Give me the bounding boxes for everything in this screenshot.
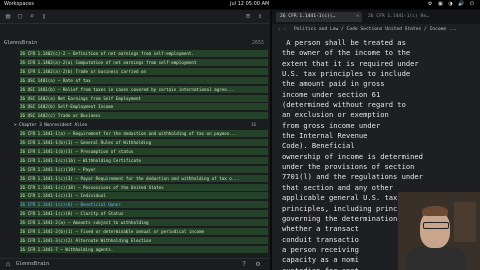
settings-icon[interactable]: ⚙ (254, 260, 262, 268)
file-row-label: 26 USC 1401(b) — Relief from taxes in ca… (20, 86, 235, 92)
file-row-label: 26 CFR 1.1441-1(c)(6) — Beneficial Owner (20, 202, 121, 208)
note-line: ownership of income is determined (282, 151, 423, 161)
file-row[interactable]: 26 CFR 1.1441-1(c)(6) — Beneficial Owner (20, 201, 268, 209)
file-row-label: 26 CFR 1.1441-1(b)(1) — General Rules of… (20, 140, 152, 145)
file-explorer-pane: ▤ ▢ ⌕ ▯ ≡ ⇕ GlennsBrain 2655 26 CFR 1.14… (0, 10, 270, 270)
vault-switch-icon[interactable]: ⌂ (4, 260, 12, 268)
file-row[interactable]: 26 CFR 1.1441-1(b)(1) — General Rules of… (20, 139, 268, 146)
file-row-label: > Chapter 3 Nonresident Alien (14, 122, 88, 128)
vault-count: 2655 (251, 40, 264, 46)
file-row-label: 26 CFR 1.1441-1(c)(16) — Withholding Cer… (20, 157, 142, 163)
sidebar-toggle-icon[interactable]: ▤ (4, 12, 12, 20)
file-row-label: 26 CFR 1.1441-1(c)(19) — Payor (20, 166, 96, 172)
note-line: U.S. tax principles to include (282, 69, 411, 79)
file-row[interactable]: 26 CFR 1.1441-1(c)(38) — Possessions of … (20, 183, 268, 191)
workspaces-button[interactable]: Workspaces (4, 0, 34, 9)
file-row[interactable]: 26 CFR 1.1441-1(c)(3) — Payor Requiremen… (20, 174, 268, 182)
file-row[interactable]: 26 CFR 1.1441-1(c)(8) — Clarity of Statu… (20, 210, 268, 218)
vault-header[interactable]: GlennsBrain 2655 (0, 38, 270, 48)
file-row[interactable]: 26 CFR 1.1441-1(c)(16) — Withholding Cer… (20, 156, 268, 164)
file-row[interactable]: 26 USC 1401(b) — Relief from taxes in ca… (20, 85, 268, 93)
sort-icon[interactable]: ≡ (244, 12, 252, 20)
file-row-label: 26 USC 1402(c) Trade or Business (20, 113, 101, 119)
tab-second-note[interactable]: 26 CFR 1.1441-1(c) Re… (368, 12, 438, 22)
file-row-label: 26 CFR 1.1402(a)-2(b) Trade or business … (20, 68, 147, 74)
system-top-bar: Workspaces Jul 12 05:00 AM ⚙ ▣ ◑ 🔊 ⏻ (0, 0, 480, 9)
folder-count-badge: 16 (250, 122, 256, 128)
file-row[interactable]: 26 CFR 1.1441-2(a) — Amounts subject to … (20, 219, 268, 227)
file-row-label: 26 USC 1401(a) — Rate of tax (20, 77, 91, 83)
file-row-label: 26 CFR 1.1441-1(c)(3) — Individual (20, 193, 106, 199)
file-row[interactable]: 26 CFR 1.1441-1(a) — Requirement for the… (20, 130, 268, 138)
file-tree: 26 CFR 1.1402(c)-2 — Definition of net e… (0, 50, 268, 270)
file-row[interactable]: 26 CFR 1.1441-2(b)(1) — Fixed or determi… (20, 228, 268, 235)
note-line: (determined without regard to (282, 100, 406, 110)
file-row[interactable]: 26 USC 1402(a) Net Earnings from Self Em… (20, 94, 268, 102)
note-line: an exclusion or exemption (282, 110, 389, 120)
file-row-label: 26 USC 1402(b) Self-Employment Income (20, 104, 114, 110)
file-row-label: 26 CFR 1.1441-7 — Withholding agents. (20, 246, 114, 252)
file-row-label: 26 CFR 1.1402(a)-2(a) Computation of net… (20, 59, 197, 65)
explorer-toolbar: ▤ ▢ ⌕ ▯ ≡ ⇕ (0, 10, 270, 24)
file-row-label: 26 CFR 1.1441-1(b)(3) — Presumption of s… (20, 148, 134, 154)
note-line: under the provisions of section (282, 162, 415, 172)
file-row[interactable]: 26 CFR 1.1441-3(c)(2) Alternate Withhold… (20, 236, 268, 244)
note-line: extent that it is required under (282, 58, 419, 68)
search-icon[interactable]: ⌕ (28, 12, 36, 20)
clock[interactable]: Jul 12 05:00 AM (230, 0, 269, 9)
file-row[interactable]: 26 CFR 1.1441-1(c)(3) — Individual (20, 192, 268, 200)
file-row[interactable]: 26 USC 1401(a) — Rate of tax (20, 76, 268, 84)
note-line: income under section 61 (282, 89, 381, 99)
note-line: the owner of the income to the (282, 48, 411, 58)
collapse-icon[interactable]: ⇕ (256, 12, 264, 20)
note-line: A person shall be treated as (282, 38, 406, 47)
file-row-label: 26 CFR 1.1441-1(c)(8) — Clarity of Statu… (20, 211, 124, 217)
breadcrumb: ‹ › Politics and Law / Code Sections Uni… (272, 25, 480, 35)
file-row-label: 26 CFR 1.1441-1(c)(38) — Possessions of … (20, 184, 164, 190)
bookmark-icon[interactable]: ▯ (40, 12, 48, 20)
nav-arrows-icon[interactable]: ‹ › (278, 25, 286, 35)
tab-title: 26 CFR 1.1441-1(c)(… (280, 14, 336, 19)
file-row[interactable]: 26 CFR 1.1402(a)-2(b) Trade or business … (20, 67, 268, 75)
explorer-statusbar: ⌂ GlennsBrain ? ⚙ (0, 258, 270, 270)
note-line: Code). Beneficial (282, 141, 355, 151)
file-row[interactable]: 26 USC 1402(c) Trade or Business (20, 112, 268, 120)
file-row-label: 26 CFR 1.1441-2(a) — Amounts subject to … (20, 220, 149, 226)
webcam-overlay (398, 192, 480, 270)
note-line: from gross income under (282, 120, 381, 130)
note-line: the amount paid in gross (282, 79, 385, 89)
breadcrumb-path[interactable]: Politics and Law / Code Sections United … (294, 25, 457, 35)
file-row[interactable]: 26 USC 1402(b) Self-Employment Income (20, 103, 268, 111)
note-line: 7701(l) and the regulations under (282, 172, 423, 182)
folder-row[interactable]: > Chapter 3 Nonresident Alien 16 (14, 121, 262, 128)
vault-name: GlennsBrain (4, 40, 38, 46)
close-icon[interactable]: × (356, 12, 359, 22)
file-row[interactable]: 26 CFR 1.1441-1(c)(19) — Payor (20, 165, 268, 173)
system-tray[interactable]: ⚙ ▣ ◑ 🔊 ⏻ (428, 0, 476, 9)
file-row-label: 26 CFR 1.1441-1(a) — Requirement for the… (20, 131, 237, 137)
file-row-label: 26 CFR 1.1441-3(c)(2) Alternate Withhold… (20, 237, 152, 243)
file-row-label: 26 CFR 1.1441-2(b)(1) — Fixed or determi… (20, 229, 205, 234)
help-icon[interactable]: ? (240, 260, 248, 268)
file-row[interactable]: 26 CFR 1.1441-1(b)(3) — Presumption of s… (20, 147, 268, 155)
tab-bar: 26 CFR 1.1441-1(c)(… × 26 CFR 1.1441-1(c… (272, 10, 480, 24)
file-row[interactable]: 26 CFR 1.1441-7 — Withholding agents. (20, 245, 268, 253)
tab-active-note[interactable]: 26 CFR 1.1441-1(c)(… × (276, 12, 362, 22)
file-row[interactable]: 26 CFR 1.1402(c)-2 — Definition of net e… (20, 50, 268, 57)
file-row[interactable]: 26 CFR 1.1402(a)-2(a) Computation of net… (20, 58, 268, 66)
file-row-label: 26 USC 1402(a) Net Earnings from Self Em… (20, 95, 142, 101)
file-row-label: 26 CFR 1.1441-1(c)(3) — Payor Requiremen… (20, 175, 240, 181)
status-vault-name[interactable]: GlennsBrain (16, 259, 49, 270)
note-line: the Internal Revenue (282, 131, 368, 141)
file-row-label: 26 CFR 1.1402(c)-2 — Definition of net e… (20, 51, 194, 56)
files-icon[interactable]: ▢ (16, 12, 24, 20)
